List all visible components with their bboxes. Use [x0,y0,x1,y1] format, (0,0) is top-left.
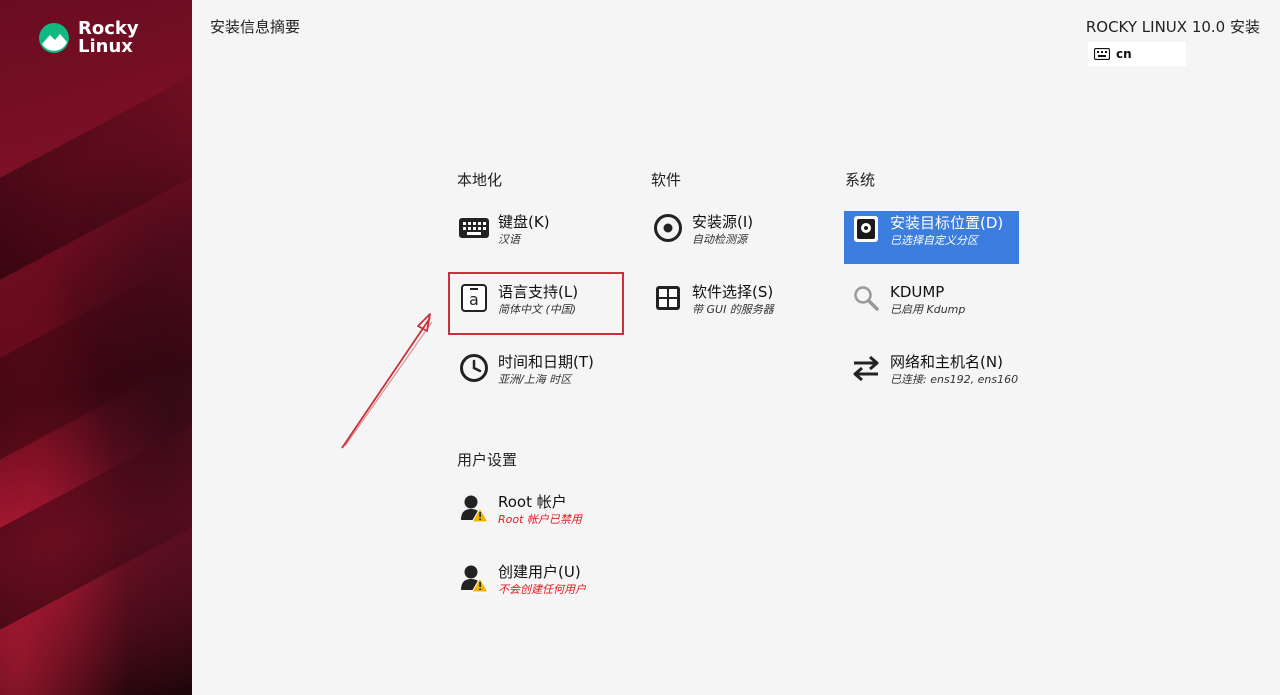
spoke-software-selection-status: 带 GUI 的服务器 [692,303,774,316]
spoke-destination-status: 已选择自定义分区 [890,234,978,247]
spoke-keyboard-label: 键盘(K) [498,213,550,231]
spoke-kdump-label: KDUMP [890,283,945,301]
spoke-kdump[interactable]: KDUMP 已启用 Kdump [844,278,971,322]
package-icon [652,282,684,314]
spoke-network-status: 已连接: ens192, ens160 [890,373,1019,386]
section-title-localization: 本地化 [457,171,503,189]
rocky-logo: Rocky Linux [38,20,139,56]
spoke-network-label: 网络和主机名(N) [890,353,1003,371]
hard-disk-icon [850,213,882,245]
spoke-create-user-status: 不会创建任何用户 [498,583,586,596]
spoke-kdump-status: 已启用 Kdump [890,303,966,316]
spoke-source-status: 自动检测源 [692,233,747,246]
section-title-system: 系统 [845,171,876,189]
spoke-source-label: 安装源(I) [692,213,754,231]
keyboard-icon [458,212,490,244]
spoke-create-user[interactable]: 创建用户(U) 不会创建任何用户 [452,558,592,602]
clock-icon [458,352,490,384]
spoke-create-user-label: 创建用户(U) [498,563,581,581]
user-warning-icon [458,562,490,594]
network-arrows-icon [850,352,882,384]
spoke-network-hostname[interactable]: 网络和主机名(N) 已连接: ens192, ens160 [844,348,1024,392]
section-title-software: 软件 [651,171,682,189]
section-title-user-settings: 用户设置 [457,451,518,469]
spoke-time-date[interactable]: 时间和日期(T) 亚洲/上海 时区 [452,348,600,392]
keyboard-layout-label: cn [1116,47,1132,61]
product-title: ROCKY LINUX 10.0 安装 [1085,18,1260,36]
annotation-highlight-box [448,272,624,335]
spoke-keyboard[interactable]: 键盘(K) 汉语 [452,208,556,252]
spoke-installation-destination[interactable]: 安装目标位置(D) 已选择自定义分区 [844,211,1019,264]
keyboard-layout-indicator[interactable]: cn [1088,42,1186,66]
spoke-software-selection-label: 软件选择(S) [692,283,774,301]
rocky-logo-icon [39,23,69,53]
root-user-warning-icon [458,492,490,524]
logo-text-line2: Linux [78,36,133,57]
spoke-time-date-label: 时间和日期(T) [498,353,594,371]
spoke-root-account[interactable]: Root 帐户 Root 帐户已禁用 [452,488,588,532]
disc-icon [652,212,684,244]
magnifier-icon [850,282,882,314]
spoke-installation-source[interactable]: 安装源(I) 自动检测源 [646,208,759,252]
spoke-root-status: Root 帐户已禁用 [498,513,582,526]
page-title: 安装信息摘要 [210,18,301,36]
spoke-root-label: Root 帐户 [498,493,567,511]
spoke-destination-label: 安装目标位置(D) [890,214,1004,232]
annotation-arrow [341,313,433,449]
spoke-keyboard-status: 汉语 [498,233,520,246]
spoke-software-selection[interactable]: 软件选择(S) 带 GUI 的服务器 [646,278,780,322]
keyboard-small-icon [1094,48,1110,60]
sidebar: Rocky Linux [0,0,192,695]
spoke-time-date-status: 亚洲/上海 时区 [498,373,572,386]
